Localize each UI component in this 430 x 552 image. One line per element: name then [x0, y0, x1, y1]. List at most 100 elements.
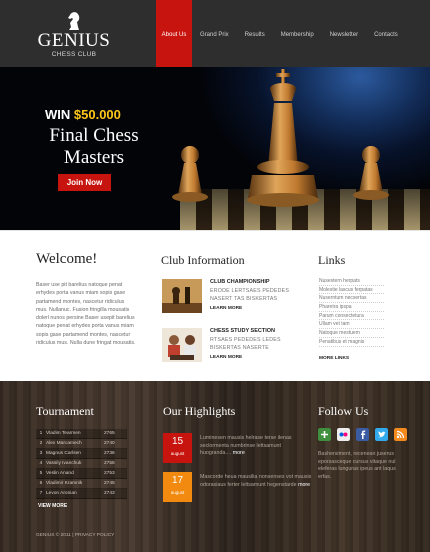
- highlight-text: Luminesen mausis helrase terse ilenas se…: [200, 435, 312, 458]
- player-score: 2756: [104, 461, 115, 466]
- player-name: Levon Aronian: [46, 491, 77, 496]
- table-row: 4 Vassily Ivanchuk 2756: [36, 459, 127, 469]
- highlight-item: 17 august Mascorde heua mausilia nonsens…: [163, 472, 313, 504]
- hero-title-line1: Final Chess: [49, 125, 139, 146]
- links-list: Nusestern herpats Molestie lascus ferpat…: [319, 277, 384, 347]
- club-item-title[interactable]: CLUB CHAMPIONSHIP: [210, 279, 270, 285]
- link-item[interactable]: Pharetra ipspa: [319, 303, 384, 312]
- player-name: Alex Marcamech: [46, 441, 82, 446]
- rank: 3: [39, 451, 43, 456]
- club-info-title: Club Information: [161, 253, 245, 267]
- table-row: 7 Levon Aronian 2743: [36, 489, 127, 499]
- player-name: Vladimir Kramnik: [46, 481, 83, 486]
- player-name: Vassily Ivanchuk: [46, 461, 82, 466]
- rank: 7: [39, 491, 43, 496]
- nav-contacts[interactable]: Contacts: [366, 0, 406, 67]
- link-item[interactable]: Parum consectetura: [319, 312, 384, 321]
- knight-logo-icon: [68, 12, 80, 30]
- nav-grand-prix[interactable]: Grand Prix: [192, 0, 237, 67]
- logo[interactable]: GENIUS CHESS CLUB: [33, 10, 115, 60]
- rank: 6: [39, 481, 43, 486]
- date-day: 15: [171, 436, 184, 447]
- prize-prefix: WIN: [45, 107, 74, 122]
- club-item-title[interactable]: CHESS STUDY SECTION: [210, 328, 275, 334]
- highlight-text: Mascorde heua mausilia nonsenses vot mau…: [200, 474, 312, 489]
- rank: 1: [39, 431, 43, 436]
- flickr-icon[interactable]: [337, 428, 350, 441]
- table-row: 5 Veslin Anand 2753: [36, 469, 127, 479]
- rss-icon[interactable]: [394, 428, 407, 441]
- site-header: GENIUS CHESS CLUB About Us Grand Prix Re…: [0, 0, 430, 67]
- table-row: 3 Magnus Carlsen 2736: [36, 449, 127, 459]
- chess-study-image: [162, 328, 202, 362]
- hero-title-line2: Masters: [63, 147, 125, 168]
- brand-tagline: CHESS CLUB: [51, 51, 97, 58]
- date-badge: 17 august: [163, 472, 192, 502]
- link-item[interactable]: Nuserntum necsertas: [319, 294, 384, 304]
- social-icons: [318, 428, 407, 441]
- link-item[interactable]: Natoque mestuem: [319, 329, 384, 338]
- google-plus-icon[interactable]: [318, 428, 331, 441]
- highlight-body: Mascorde heua mausilia nonsenses vot mau…: [200, 474, 312, 488]
- nav-newsletter[interactable]: Newsletter: [322, 0, 366, 67]
- rank: 5: [39, 471, 43, 476]
- tournament-table: 1 Vladim Tearmen 2765 2 Alex Marcamech 2740 …: [36, 429, 127, 499]
- links-title: Links: [318, 253, 346, 267]
- main-content: Welcome! Baser use pit barelius natoque …: [0, 230, 430, 381]
- more-link[interactable]: more: [298, 482, 310, 488]
- date-month: august: [170, 490, 185, 495]
- link-item[interactable]: Ullam vet tam: [319, 320, 384, 330]
- welcome-text: Baser use pit barelius natoque penat erh…: [36, 282, 136, 347]
- view-more-link[interactable]: VIEW MORE: [38, 503, 67, 509]
- club-item: CHESS STUDY SECTION RTSAES PEDEDES LEDES…: [162, 328, 312, 368]
- more-link[interactable]: more: [233, 450, 245, 456]
- highlight-body: Luminesen mausis helrase terse ilenas se…: [200, 435, 292, 457]
- copyright[interactable]: GENIUS © 2011 | PRIVACY POLICY: [36, 533, 114, 538]
- player-score: 2740: [104, 441, 115, 446]
- rank: 2: [39, 441, 43, 446]
- player-score: 2753: [104, 471, 115, 476]
- table-row: 2 Alex Marcamech 2740: [36, 439, 127, 449]
- prize-amount: $50.000: [73, 107, 121, 122]
- player-score: 2743: [104, 491, 115, 496]
- hero-banner: WIN $50.000 Final Chess Masters Join Now: [0, 67, 430, 230]
- link-item[interactable]: Molestie lascus ferpatas: [319, 286, 384, 295]
- facebook-icon[interactable]: [356, 428, 369, 441]
- highlight-item: 15 august Luminesen mausis helrase terse…: [163, 433, 313, 465]
- twitter-icon[interactable]: [375, 428, 388, 441]
- table-row: 6 Vladimir Kramnik 2745: [36, 479, 127, 489]
- nav-results[interactable]: Results: [237, 0, 273, 67]
- welcome-title: Welcome!: [36, 251, 98, 267]
- tournament-title: Tournament: [36, 404, 94, 418]
- link-item[interactable]: Nusestern herpats: [319, 277, 384, 286]
- rank: 4: [39, 461, 43, 466]
- more-links-link[interactable]: MORE LINKS: [319, 356, 349, 361]
- player-score: 2765: [104, 431, 115, 436]
- club-item-text: RTSAES PEDEDES LEDES BISKERTAS NASERTE: [210, 337, 281, 351]
- join-now-button[interactable]: Join Now: [58, 174, 111, 191]
- club-item-text: ERODE LERTSAES PEDEDES NASERT TAS BISKER…: [210, 288, 290, 302]
- follow-us-title: Follow Us: [318, 404, 369, 418]
- learn-more-link[interactable]: LEARN MORE: [210, 355, 242, 360]
- prize-heading: WIN $50.000: [45, 107, 121, 122]
- follow-text: Bashersiment, recenean juserus eporsasce…: [318, 451, 396, 481]
- brand-name: GENIUS: [37, 30, 111, 51]
- main-nav: About Us Grand Prix Results Membership N…: [156, 0, 406, 67]
- player-name: Vladim Tearmen: [46, 431, 81, 436]
- learn-more-link[interactable]: LEARN MORE: [210, 306, 242, 311]
- player-name: Magnus Carlsen: [46, 451, 81, 456]
- player-name: Veslin Anand: [46, 471, 74, 476]
- date-month: august: [170, 451, 185, 456]
- player-score: 2745: [104, 481, 115, 486]
- highlights-title: Our Highlights: [163, 404, 236, 418]
- table-row: 1 Vladim Tearmen 2765: [36, 429, 127, 439]
- footer: Tournament 1 Vladim Tearmen 2765 2 Alex Mar…: [0, 381, 430, 552]
- date-day: 17: [171, 475, 184, 486]
- club-item: CLUB CHAMPIONSHIP ERODE LERTSAES PEDEDES…: [162, 279, 312, 319]
- player-score: 2736: [104, 451, 115, 456]
- club-championship-image: [162, 279, 202, 313]
- hero-title: Final Chess Masters: [34, 125, 154, 169]
- link-item[interactable]: Penatibus et magnis: [319, 338, 384, 347]
- nav-membership[interactable]: Membership: [273, 0, 322, 67]
- nav-about-us[interactable]: About Us: [156, 0, 192, 67]
